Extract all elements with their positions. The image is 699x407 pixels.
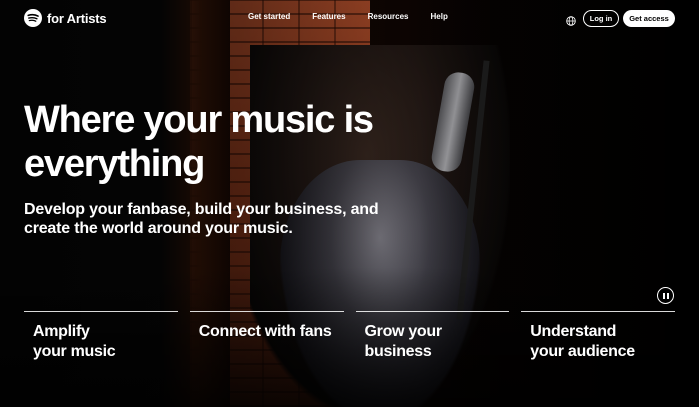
get-access-button[interactable]: Get access: [623, 10, 675, 27]
card-title: Connect with fans: [198, 323, 332, 340]
card-connect[interactable]: Connect with fans: [189, 311, 344, 362]
top-nav: for Artists Get started Features Resourc…: [0, 0, 699, 36]
pause-icon-bar: [666, 292, 669, 299]
nav-link-get-started[interactable]: Get started: [248, 12, 290, 21]
nav-links: Get started Features Resources Help: [248, 12, 448, 21]
spotify-logo-icon: [24, 9, 42, 27]
nav-link-resources[interactable]: Resources: [368, 12, 409, 21]
nav-link-features[interactable]: Features: [312, 12, 345, 21]
card-title: Grow your business: [364, 323, 443, 360]
nav-link-help[interactable]: Help: [431, 12, 448, 21]
pause-video-button[interactable]: [657, 287, 674, 304]
card-title: Understand your audience: [530, 323, 635, 360]
pause-icon: [662, 292, 665, 299]
card-grow[interactable]: Grow your business: [355, 311, 510, 362]
card-amplify[interactable]: Amplify your music: [24, 311, 178, 362]
spotify-for-artists-logo[interactable]: for Artists: [24, 9, 107, 27]
hero-subhead: Develop your fanbase, build your busines…: [24, 201, 379, 237]
card-title: Amplify your music: [33, 323, 116, 360]
login-button[interactable]: Log in: [583, 10, 619, 27]
logo-text: for Artists: [47, 10, 107, 26]
card-understand[interactable]: Understand your audience: [521, 311, 675, 362]
hero-headline: Where your music is everything: [24, 99, 374, 185]
feature-cards: Amplify your music Connect with fans Gro…: [24, 311, 675, 362]
globe-icon[interactable]: [566, 13, 576, 26]
